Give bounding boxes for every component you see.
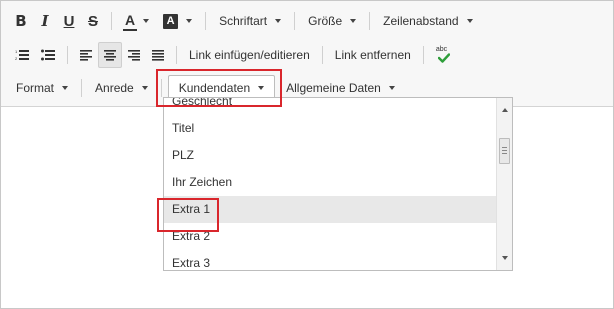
toolbar-separator [369,12,371,30]
spellcheck-icon: abc [436,46,452,63]
format-dropdown[interactable]: Format [9,75,75,101]
chevron-down-icon [141,86,148,90]
align-center-button[interactable] [98,42,122,68]
strikethrough-icon: S [87,12,98,30]
align-left-button[interactable] [74,42,98,68]
insert-link-label: Link einfügen/editieren [189,48,310,62]
menu-item-extra-1[interactable]: Extra 1 [164,196,498,223]
text-color-icon: A [122,12,138,31]
underline-icon: U [63,12,75,30]
scrollbar-thumb[interactable] [499,138,510,164]
scroll-up-arrow[interactable] [497,102,512,118]
spellcheck-button[interactable]: abc [430,42,458,68]
chevron-down-icon [258,86,265,90]
editor-toolbar: B I U S A A Schriftart Größe Zeilenabsta… [1,1,613,107]
remove-link-button[interactable]: Link entfernen [329,42,417,68]
chevron-down-icon [275,19,282,23]
toolbar-separator [294,12,296,30]
text-color-button[interactable]: A [118,8,156,34]
svg-text:1: 1 [15,49,18,54]
font-size-dropdown[interactable]: Größe [301,8,363,34]
menu-item-titel[interactable]: Titel [164,115,498,142]
background-color-button[interactable]: A [156,8,199,34]
toolbar-separator [67,46,68,64]
format-label: Format [16,81,55,95]
chevron-down-icon [62,86,69,90]
numbered-list-button[interactable]: 1 2 [9,42,35,68]
arrow-up-icon [501,108,508,112]
toolbar-separator [81,79,83,97]
allgemeine-daten-label: Allgemeine Daten [286,81,381,95]
menu-item-ihr-zeichen[interactable]: Ihr Zeichen [164,169,498,196]
kundendaten-menu-list: Geschlecht Titel PLZ Ihr Zeichen Extra 1… [164,98,498,270]
bold-button[interactable]: B [9,8,33,34]
toolbar-separator [176,46,177,64]
chevron-down-icon [186,19,193,23]
line-height-dropdown[interactable]: Zeilenabstand [376,8,479,34]
bullet-list-icon [41,49,55,61]
toolbar-separator [160,79,162,97]
menu-item-extra-3[interactable]: Extra 3 [164,250,498,270]
toolbar-row-formatting: B I U S A A Schriftart Größe Zeilenabsta… [9,7,480,35]
remove-link-label: Link entfernen [334,48,411,62]
font-family-label: Schriftart [219,14,268,28]
align-justify-icon [152,49,164,61]
menu-scrollbar[interactable] [496,98,512,270]
menu-item-plz[interactable]: PLZ [164,142,498,169]
kundendaten-menu: Geschlecht Titel PLZ Ihr Zeichen Extra 1… [163,97,513,271]
insert-link-button[interactable]: Link einfügen/editieren [183,42,316,68]
scroll-down-arrow[interactable] [497,250,512,266]
rich-text-editor: B I U S A A Schriftart Größe Zeilenabsta… [0,0,614,309]
italic-button[interactable]: I [33,8,57,34]
align-justify-button[interactable] [146,42,170,68]
strikethrough-button[interactable]: S [81,8,105,34]
bold-icon: B [15,12,27,30]
chevron-down-icon [388,86,395,90]
chevron-down-icon [143,19,150,23]
font-size-label: Größe [308,14,343,28]
numbered-list-icon: 1 2 [15,49,29,61]
align-center-icon [104,49,116,61]
menu-item-geschlecht[interactable]: Geschlecht [164,98,498,115]
bullet-list-button[interactable] [35,42,61,68]
toolbar-row-paragraph: 1 2 Link einfügen/editieren Link entfern… [9,41,458,69]
align-right-icon [128,49,140,61]
kundendaten-label: Kundendaten [178,81,251,95]
align-right-button[interactable] [122,42,146,68]
underline-button[interactable]: U [57,8,81,34]
toolbar-separator [205,12,207,30]
italic-icon: I [41,12,49,30]
svg-text:2: 2 [15,56,18,61]
anrede-dropdown[interactable]: Anrede [88,75,155,101]
anrede-label: Anrede [95,81,134,95]
menu-item-extra-2[interactable]: Extra 2 [164,223,498,250]
toolbar-separator [422,46,424,64]
background-color-icon: A [163,13,179,29]
arrow-down-icon [501,256,508,260]
font-family-dropdown[interactable]: Schriftart [212,8,288,34]
toolbar-separator [321,46,323,64]
chevron-down-icon [466,19,473,23]
align-left-icon [80,49,92,61]
line-height-label: Zeilenabstand [383,14,459,28]
toolbar-separator [111,12,112,30]
chevron-down-icon [350,19,357,23]
